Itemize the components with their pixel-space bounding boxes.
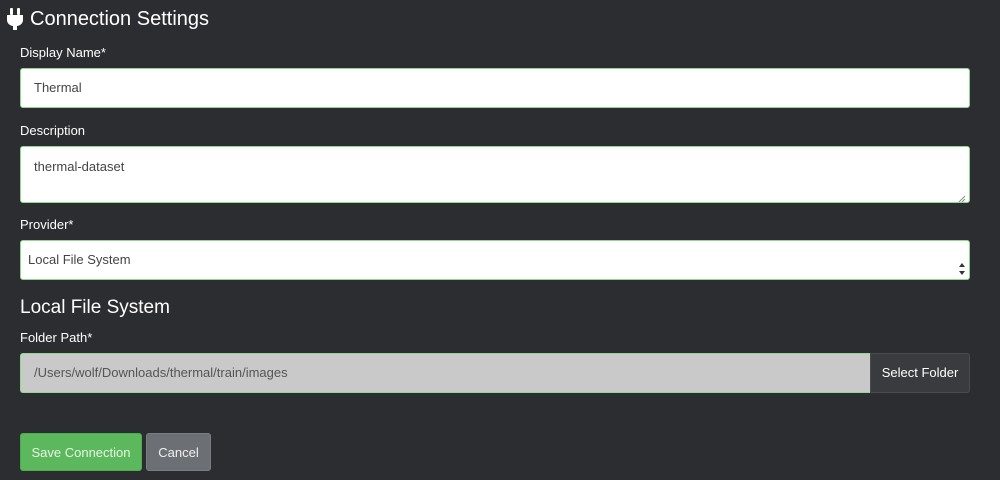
description-value: thermal-dataset (34, 159, 125, 174)
provider-section-title: Local File System (20, 297, 170, 318)
resize-grip-icon[interactable] (958, 191, 966, 203)
select-arrows-icon (958, 253, 966, 275)
folder-path-label: Folder Path* (20, 330, 93, 345)
select-folder-button[interactable]: Select Folder (870, 353, 970, 393)
header: Connection Settings (6, 6, 209, 32)
provider-label: Provider* (20, 217, 74, 232)
provider-selected-value: Local File System (28, 252, 131, 267)
page-title: Connection Settings (30, 8, 210, 30)
cancel-button[interactable]: Cancel (146, 433, 211, 471)
folder-path-input[interactable]: /Users/wolf/Downloads/thermal/train/imag… (20, 353, 870, 393)
folder-path-group: /Users/wolf/Downloads/thermal/train/imag… (20, 353, 970, 393)
display-name-input[interactable]: Thermal (20, 68, 970, 108)
display-name-label: Display Name* (20, 45, 106, 60)
description-textarea[interactable]: thermal-dataset (20, 146, 970, 203)
plug-icon (6, 7, 24, 31)
connection-settings-page: Connection Settings Display Name* Therma… (0, 0, 1000, 480)
description-label: Description (20, 123, 86, 138)
provider-select[interactable]: Local File System (20, 240, 970, 280)
save-connection-button[interactable]: Save Connection (20, 433, 142, 471)
